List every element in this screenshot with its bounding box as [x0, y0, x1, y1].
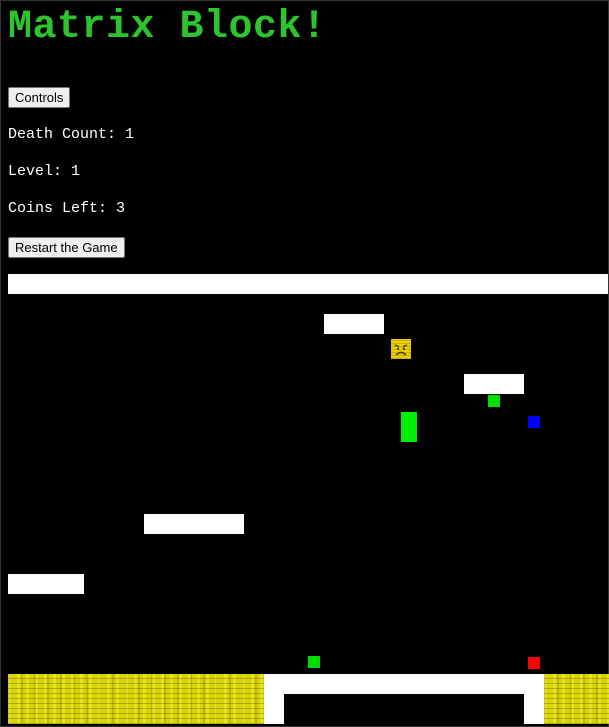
platform: [324, 314, 384, 334]
enemy-block: [391, 339, 411, 359]
lava-left: [8, 674, 264, 724]
floor-platform: [264, 674, 544, 694]
lava-right: [544, 674, 609, 724]
red-block: [528, 657, 540, 669]
platform: [144, 514, 244, 534]
platform: [8, 574, 84, 594]
player-block[interactable]: [401, 412, 417, 442]
coin: [488, 395, 500, 407]
floor-wall-right: [524, 694, 544, 724]
ceiling-platform: [8, 274, 608, 294]
game-board: [0, 0, 609, 727]
coin: [308, 656, 320, 668]
frowning-face-icon: [394, 344, 408, 356]
blue-block: [528, 416, 540, 428]
floor-wall-left: [264, 694, 284, 724]
platform: [464, 374, 524, 394]
